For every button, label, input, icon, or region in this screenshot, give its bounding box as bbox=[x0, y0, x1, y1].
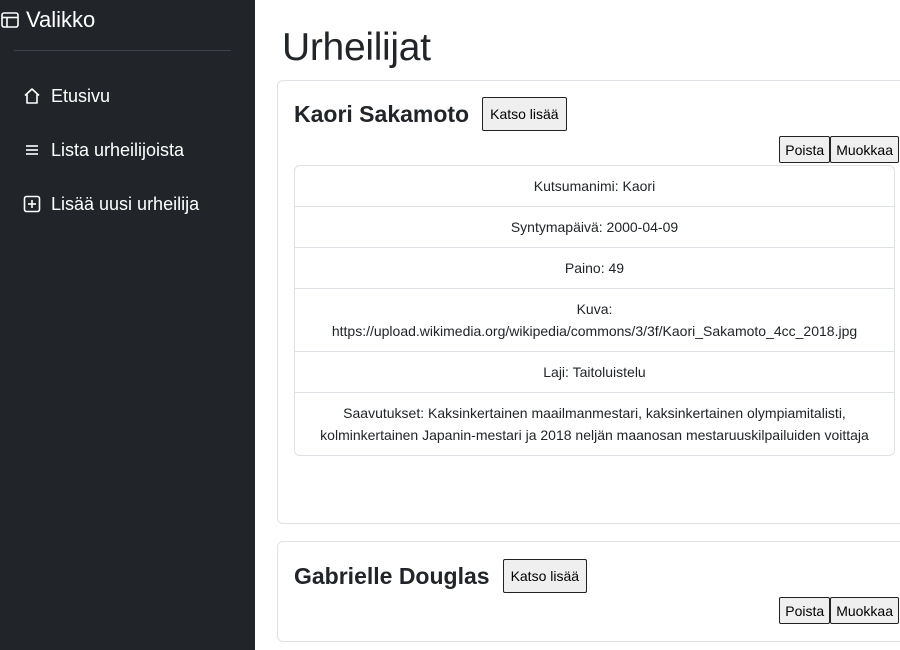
house-icon bbox=[22, 86, 42, 106]
sidebar-item-etusivu[interactable]: Etusivu bbox=[22, 83, 110, 109]
sidebar-brand[interactable]: Valikko bbox=[0, 4, 95, 36]
delete-button[interactable]: Poista bbox=[779, 136, 831, 163]
detail-sport: Laji: Taitoluistelu bbox=[295, 352, 894, 393]
athlete-actions: Poista Muokkaa bbox=[779, 136, 899, 163]
plus-square-icon bbox=[22, 194, 42, 214]
athlete-detail-list: Kutsumanimi: Kaori Syntymapäivä: 2000-04… bbox=[294, 165, 895, 456]
athlete-name: Kaori Sakamoto bbox=[294, 100, 470, 127]
athlete-name: Gabrielle Douglas bbox=[294, 562, 490, 589]
delete-button[interactable]: Poista bbox=[779, 597, 831, 624]
detail-achievements: Saavutukset: Kaksinkertainen maailmanmes… bbox=[320, 405, 869, 443]
detail-image: Kuva: https://upload.wikimedia.org/wikip… bbox=[295, 289, 894, 352]
sidebar-item-lista[interactable]: Lista urheilijoista bbox=[22, 137, 184, 163]
page-title: Urheilijat bbox=[282, 26, 431, 69]
detail-image-url: https://upload.wikimedia.org/wikipedia/c… bbox=[331, 323, 858, 339]
athlete-card: Gabrielle Douglas Katso lisää Poista Muo… bbox=[277, 541, 900, 642]
sidebar-item-label: Lista urheilijoista bbox=[51, 139, 185, 160]
edit-button[interactable]: Muokkaa bbox=[830, 136, 899, 163]
sidebar: Valikko Etusivu Lista urheilijoista Lisä… bbox=[0, 0, 255, 650]
main-content: Urheilijat Kaori Sakamoto Katso lisää Po… bbox=[255, 0, 900, 650]
view-more-button[interactable]: Katso lisää bbox=[502, 559, 588, 593]
sidebar-item-label: Etusivu bbox=[51, 85, 111, 106]
detail-weight: Paino: 49 bbox=[295, 248, 894, 289]
athlete-card: Kaori Sakamoto Katso lisää Poista Muokka… bbox=[277, 80, 900, 524]
sidebar-brand-label: Valikko bbox=[26, 7, 96, 32]
layout-window-icon bbox=[0, 10, 20, 30]
sidebar-item-lisaa[interactable]: Lisää uusi urheilija bbox=[22, 191, 199, 217]
list-icon bbox=[22, 140, 42, 160]
detail-birthdate: Syntymapäivä: 2000-04-09 bbox=[295, 207, 894, 248]
athlete-card-header: Kaori Sakamoto Katso lisää bbox=[294, 97, 567, 131]
sidebar-item-label: Lisää uusi urheilija bbox=[51, 193, 200, 214]
athlete-card-header: Gabrielle Douglas Katso lisää bbox=[294, 559, 588, 593]
sidebar-divider bbox=[14, 50, 231, 51]
view-more-button[interactable]: Katso lisää bbox=[482, 97, 567, 131]
detail-image-label: Kuva: bbox=[576, 301, 613, 317]
athlete-actions: Poista Muokkaa bbox=[779, 597, 899, 624]
edit-button[interactable]: Muokkaa bbox=[830, 597, 899, 624]
detail-nickname: Kutsumanimi: Kaori bbox=[295, 166, 894, 207]
